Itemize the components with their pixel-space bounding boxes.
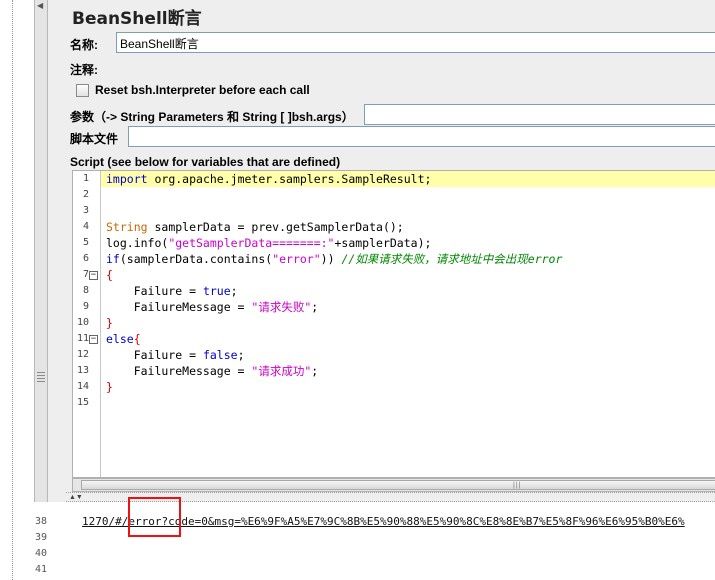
keyword: import	[106, 172, 148, 186]
keyword: else	[106, 332, 134, 346]
script-editor[interactable]: 1 2 3 4 5 6 7 − 8 9 10 11 − 12 13 14 15 …	[72, 170, 715, 478]
parameters-input[interactable]	[364, 104, 715, 125]
code-text: FailureMessage =	[106, 300, 252, 314]
string-literal: "error"	[272, 252, 321, 266]
code-text: log.info(	[106, 236, 169, 250]
line-number: 15	[76, 397, 89, 408]
comment-label: 注释:	[70, 63, 98, 77]
code-text: (samplerData.contains(	[119, 252, 273, 266]
line-number: 8	[82, 285, 89, 296]
code-text: ;	[230, 284, 238, 298]
brace: {	[133, 332, 141, 346]
code-text: samplerData = prev.getSamplerData();	[147, 220, 404, 234]
code-text: +samplerData);	[334, 236, 432, 250]
scrollbar-grip-icon: |||	[513, 482, 522, 489]
name-input[interactable]: BeanShell断言	[116, 32, 715, 53]
line-number: 5	[82, 237, 89, 248]
code-comment: //如果请求失败，请求地址中会出现error	[341, 252, 563, 266]
type-name: String	[106, 220, 148, 234]
code-text: org.apache.jmeter.samplers.SampleResult;	[154, 172, 432, 186]
reset-interpreter-checkbox[interactable]	[76, 83, 89, 97]
code-line-10: }	[106, 316, 113, 330]
line-number: 10	[76, 317, 89, 328]
code-text: Failure =	[106, 284, 203, 298]
code-line-11: else{	[106, 331, 141, 347]
code-line-14: }	[106, 380, 113, 394]
editor-horizontal-scrollbar[interactable]: |||	[72, 478, 715, 492]
line-number: 4	[82, 221, 89, 232]
output-line-number: 40	[35, 548, 48, 559]
line-number: 12	[76, 349, 89, 360]
code-line-12: Failure = false;	[106, 347, 245, 363]
script-label: Script (see below for variables that are…	[70, 155, 341, 169]
code-line-1: import org.apache.jmeter.samplers.Sample…	[106, 171, 431, 187]
code-line-5: log.info("getSamplerData=======:"+sample…	[106, 235, 431, 251]
reset-interpreter-option[interactable]: Reset bsh.Interpreter before each call	[76, 83, 310, 97]
line-number: 11	[76, 333, 89, 344]
code-text: ;	[237, 348, 245, 362]
splitter-arrows-icon[interactable]: ▲▼	[69, 493, 83, 502]
line-number: 2	[82, 189, 89, 200]
error-highlight-box	[128, 497, 181, 537]
code-line-7: {	[106, 268, 113, 282]
string-literal: "getSamplerData=======:"	[168, 236, 335, 250]
reset-interpreter-label: Reset bsh.Interpreter before each call	[95, 83, 310, 97]
output-line-number: 38	[35, 516, 48, 527]
output-line-gutter: 38 39 40 41	[33, 502, 77, 580]
keyword: if	[106, 252, 120, 266]
code-line-13: FailureMessage = "请求成功";	[106, 363, 319, 379]
code-text: ))	[320, 252, 342, 266]
script-file-input[interactable]	[128, 126, 715, 147]
line-number: 14	[76, 381, 89, 392]
script-file-label: 脚本文件	[70, 132, 119, 146]
output-line-number: 39	[35, 532, 48, 543]
line-number: 1	[82, 173, 89, 184]
string-literal: "请求成功"	[251, 364, 312, 378]
code-text: ;	[311, 364, 319, 378]
beanshell-assertion-panel: BeanShell断言 名称: BeanShell断言 注释: Reset bs…	[33, 0, 715, 580]
code-text: Failure =	[106, 348, 203, 362]
code-line-6: if(samplerData.contains("error")) //如果请求…	[106, 251, 562, 267]
code-text: FailureMessage =	[106, 364, 252, 378]
code-text: ;	[311, 300, 319, 314]
line-number: 9	[82, 301, 89, 312]
fold-toggle-icon[interactable]: −	[89, 271, 98, 280]
line-number-gutter: 1 2 3 4 5 6 7 − 8 9 10 11 − 12 13 14 15	[73, 171, 101, 477]
line-number: 6	[82, 253, 89, 264]
line-number: 7	[82, 269, 89, 280]
name-label: 名称:	[70, 38, 98, 52]
panel-title: BeanShell断言	[72, 9, 202, 29]
output-line-number: 41	[35, 564, 48, 575]
fold-toggle-icon[interactable]: −	[89, 335, 98, 344]
tree-splitter[interactable]: ◀	[34, 0, 48, 580]
keyword: false	[202, 348, 238, 362]
code-line-9: FailureMessage = "请求失败";	[106, 299, 319, 315]
code-area[interactable]: import org.apache.jmeter.samplers.Sample…	[101, 171, 715, 477]
line-number: 13	[76, 365, 89, 376]
scrollbar-thumb[interactable]	[81, 480, 715, 490]
line-number: 3	[82, 205, 89, 216]
parameters-label: 参数（-> String Parameters 和 String [ ]bsh.…	[70, 110, 354, 124]
splitter-grip-icon	[37, 372, 45, 382]
keyword: true	[202, 284, 231, 298]
string-literal: "请求失败"	[251, 300, 312, 314]
collapse-arrow-icon[interactable]: ◀	[37, 2, 43, 10]
tree-connector-line	[12, 0, 13, 580]
code-line-8: Failure = true;	[106, 283, 238, 299]
code-line-4: String samplerData = prev.getSamplerData…	[106, 219, 404, 235]
